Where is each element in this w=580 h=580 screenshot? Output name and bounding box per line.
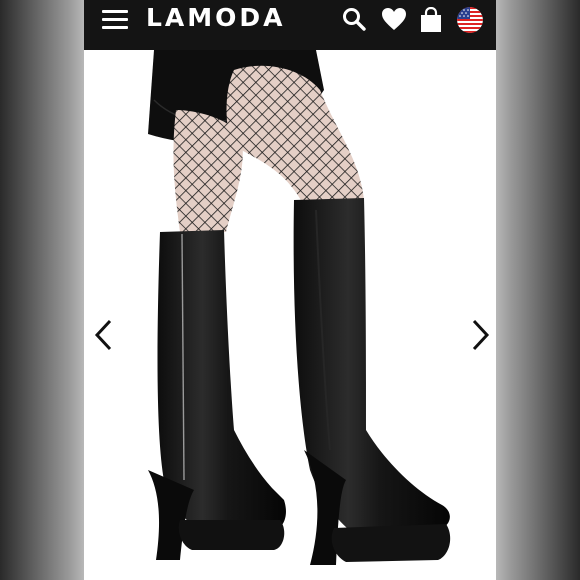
menu-icon-line [102,26,128,29]
search-button[interactable] [342,7,366,31]
chevron-left-icon [94,319,112,351]
menu-button[interactable] [102,10,128,30]
shopping-bag-button[interactable] [419,6,443,33]
app-screen: LAMODA [84,0,496,580]
product-image[interactable] [84,50,496,580]
shopping-bag-icon [421,6,441,32]
chevron-right-icon [472,319,490,351]
heart-icon [382,8,406,30]
menu-icon-line [102,10,128,13]
us-flag-icon [457,7,483,33]
top-navigation-bar: LAMODA [84,0,496,50]
next-image-button[interactable] [468,318,492,352]
menu-icon-line [102,18,128,21]
previous-image-button[interactable] [92,318,116,352]
country-selector-button[interactable] [457,7,483,33]
search-icon [343,8,366,31]
wishlist-button[interactable] [381,7,407,31]
product-photo-knee-high-platform-boots [148,50,451,565]
brand-logo[interactable]: LAMODA [146,3,286,33]
